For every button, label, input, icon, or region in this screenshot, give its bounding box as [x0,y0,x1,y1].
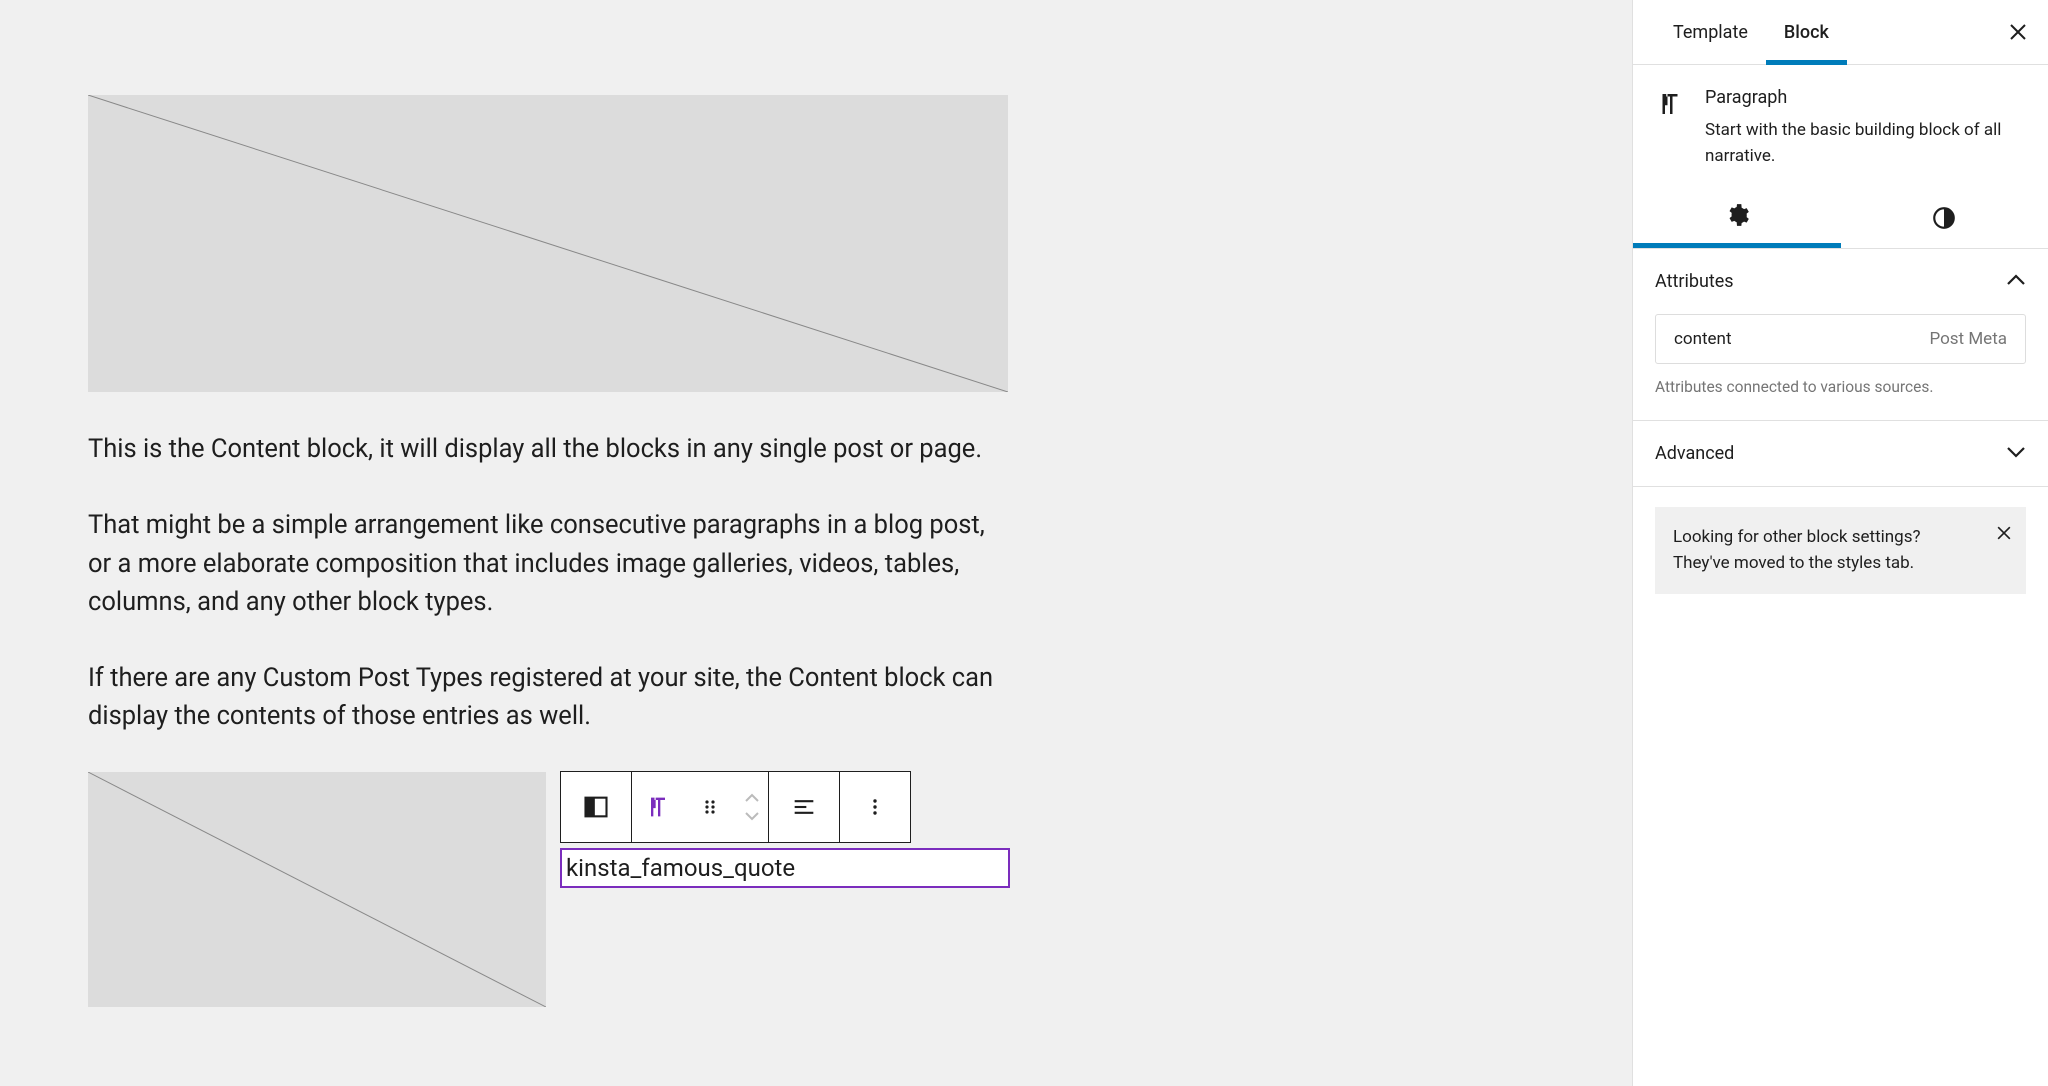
parent-block-button[interactable] [561,772,631,842]
attribute-name: content [1674,329,1732,349]
block-bound-text: kinsta_famous_quote [566,854,795,882]
image-placeholder[interactable] [88,95,1008,392]
close-sidebar-button[interactable] [2006,20,2030,44]
selected-paragraph-block[interactable]: kinsta_famous_quote [560,848,1010,888]
settings-sidebar: Template Block Paragraph Start with the … [1632,0,2048,1086]
block-info: Paragraph Start with the basic building … [1633,65,2048,187]
image-placeholder[interactable] [88,772,546,1007]
block-type-button[interactable] [632,772,684,842]
chevron-up-icon [2006,271,2026,292]
paragraph-block[interactable]: That might be a simple arrangement like … [88,506,1008,621]
attributes-panel-header[interactable]: Attributes [1633,249,2048,314]
inspector-sub-tabs [1633,187,2048,249]
advanced-panel-header[interactable]: Advanced [1633,421,2048,486]
block-toolbar [560,771,911,843]
panel-title: Advanced [1655,443,1734,464]
align-button[interactable] [769,772,839,842]
more-options-button[interactable] [840,772,910,842]
advanced-panel: Advanced [1633,421,2048,487]
drag-handle[interactable] [684,772,736,842]
gear-icon [1724,202,1750,228]
editor-canvas: This is the Content block, it will displ… [0,0,1632,1086]
settings-sub-tab[interactable] [1633,187,1841,248]
panel-title: Attributes [1655,271,1734,292]
block-description: Start with the basic building block of a… [1705,118,2026,169]
tab-template[interactable]: Template [1655,1,1766,64]
paragraph-block[interactable]: If there are any Custom Post Types regis… [88,659,1008,736]
contrast-icon [1931,205,1957,231]
styles-sub-tab[interactable] [1841,187,2048,248]
dismiss-notice-button[interactable] [1994,523,2014,552]
attribute-binding-row[interactable]: content Post Meta [1655,314,2026,364]
attribute-source: Post Meta [1929,329,2007,349]
paragraph-icon [1655,87,1687,169]
move-up-down[interactable] [736,772,768,842]
close-icon [1994,523,2014,543]
attributes-help-text: Attributes connected to various sources. [1633,378,2048,420]
tab-block[interactable]: Block [1766,1,1847,65]
chevron-down-icon [2006,443,2026,464]
paragraph-block[interactable]: This is the Content block, it will displ… [88,430,1008,468]
settings-moved-notice: Looking for other block settings? They'v… [1655,507,2026,594]
notice-text: Looking for other block settings? They'v… [1673,527,1921,573]
block-title: Paragraph [1705,87,2026,108]
sidebar-tabs: Template Block [1633,0,2048,65]
attributes-panel: Attributes content Post Meta Attributes … [1633,249,2048,421]
